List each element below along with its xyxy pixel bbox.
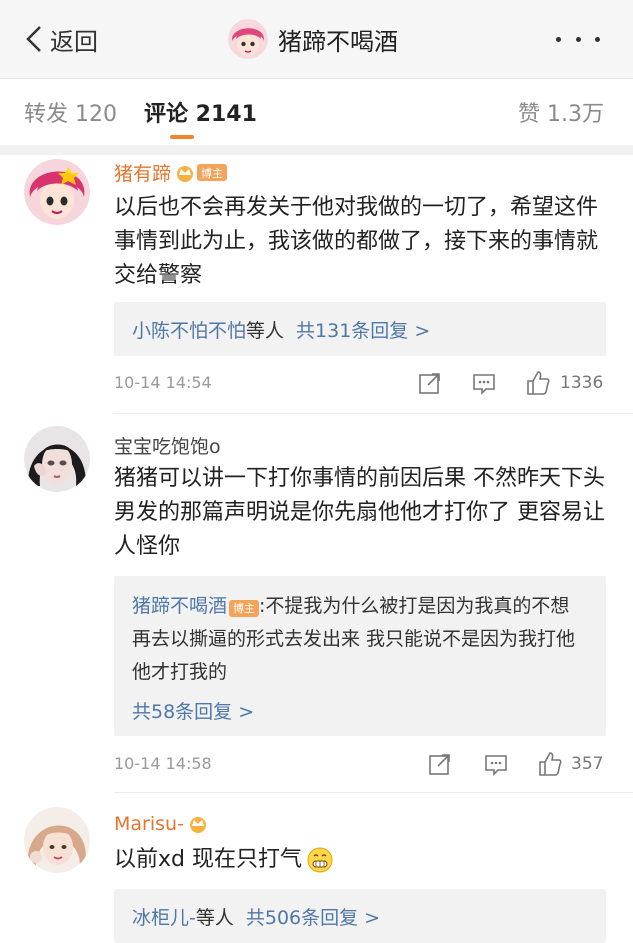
comment-icon[interactable] [470,369,498,397]
comment-text-row: 以前xd 现在只打气 [114,843,614,877]
reply-mid-text: 等人 [246,319,285,342]
active-tab-indicator [170,135,194,139]
timestamp: 10-14 14:58 [114,754,212,773]
avatar[interactable] [24,159,90,225]
nav-bar: 返回 猪蹄不喝酒 [0,0,633,79]
avatar[interactable] [24,426,90,492]
like-count: 1336 [560,373,604,393]
like-icon[interactable] [536,750,564,778]
comment-text: 以前xd 现在只打气 [114,847,302,872]
back-button[interactable]: 返回 [24,22,98,56]
comment-item: Marisu- 以前xd 现在只打气 冰柜儿- 等人 共506条回复 > [0,793,633,943]
more-dot [556,36,561,42]
more-icon[interactable] [556,26,600,52]
like-icon[interactable] [524,369,552,397]
reply-summary-box[interactable]: 冰柜儿- 等人 共506条回复 > [114,889,606,943]
like-count: 357 [571,754,604,774]
avatar[interactable] [228,19,268,59]
comment-item: 宝宝吃饱饱o 猪猪可以讲一下打你事情的前因后果 不然昨天下头男发的那篇声明说是你… [0,414,633,792]
crown-icon [177,165,194,182]
reply-count-link[interactable]: 共131条回复 > [296,316,430,343]
username[interactable]: Marisu- [114,813,184,835]
comment-text: 猪猪可以讲一下打你事情的前因后果 不然昨天下头男发的那篇声明说是你先扇他他才打你… [114,466,605,559]
reply-summary[interactable]: 冰柜儿- 等人 共506条回复 > [114,889,606,943]
more-dot [575,36,581,42]
more-dot [595,36,600,42]
avatar[interactable] [24,807,90,873]
author-reply[interactable]: 猪蹄不喝酒 博主:不提我为什么被打是因为我真的不想再去以撕逼的形式去发出来 我只能… [114,576,606,689]
grin-emoji-icon [307,847,333,873]
page-title: 猪蹄不喝酒 [278,27,398,56]
tab-comment[interactable]: 评论 2141 [144,96,257,128]
comment-icon[interactable] [482,750,510,778]
reply-summary[interactable]: 小陈不怕不怕 等人 共131条回复 > [114,302,606,356]
blogger-badge: 博主 [229,600,260,617]
crown-icon [189,817,206,833]
comment-meta: 10-14 14:54 1336 [114,369,606,399]
comment-author[interactable]: 猪有蹄 博主 [114,159,228,186]
share-icon[interactable] [426,750,454,778]
section-divider [0,145,633,155]
share-icon[interactable] [416,369,444,397]
reply-count-link[interactable]: 共58条回复 > [114,689,606,731]
reply-thread-box[interactable]: 猪蹄不喝酒 博主:不提我为什么被打是因为我真的不想再去以撕逼的形式去发出来 我只能… [114,576,606,736]
reply-mid-text: 等人 [195,906,234,929]
comment-text: 以后也不会再发关于他对我做的一切了，希望这件事情到此为止，我该做的都做了，接下来… [114,195,599,288]
username[interactable]: 宝宝吃饱饱o [114,432,221,459]
reply-summary-box[interactable]: 小陈不怕不怕 等人 共131条回复 > [114,302,606,356]
reply-author[interactable]: 猪蹄不喝酒 [132,595,227,617]
blogger-badge: 博主 [197,164,228,181]
reply-count-link[interactable]: 共506条回复 > [246,903,380,930]
nav-title-group: 猪蹄不喝酒 [228,17,398,61]
username[interactable]: 猪有蹄 [114,159,171,186]
chevron-left-icon [26,26,41,52]
tab-bar: 转发 120 评论 2141 赞 1.3万 [0,79,633,145]
reply-names[interactable]: 小陈不怕不怕 [132,316,246,343]
reply-names[interactable]: 冰柜儿- [132,903,196,930]
tab-like[interactable]: 赞 1.3万 [518,96,604,128]
comment-author[interactable]: 宝宝吃饱饱o [114,432,221,459]
back-label: 返回 [50,27,98,56]
timestamp: 10-14 14:54 [114,373,212,392]
tab-repost[interactable]: 转发 120 [24,96,117,128]
comment-meta: 10-14 14:58 357 [114,750,606,780]
comment-author[interactable]: Marisu- [114,813,208,835]
comment-item: 猪有蹄 博主 以后也不会再发关于他对我做的一切了，希望这件事情到此为止，我该做的… [0,155,633,413]
